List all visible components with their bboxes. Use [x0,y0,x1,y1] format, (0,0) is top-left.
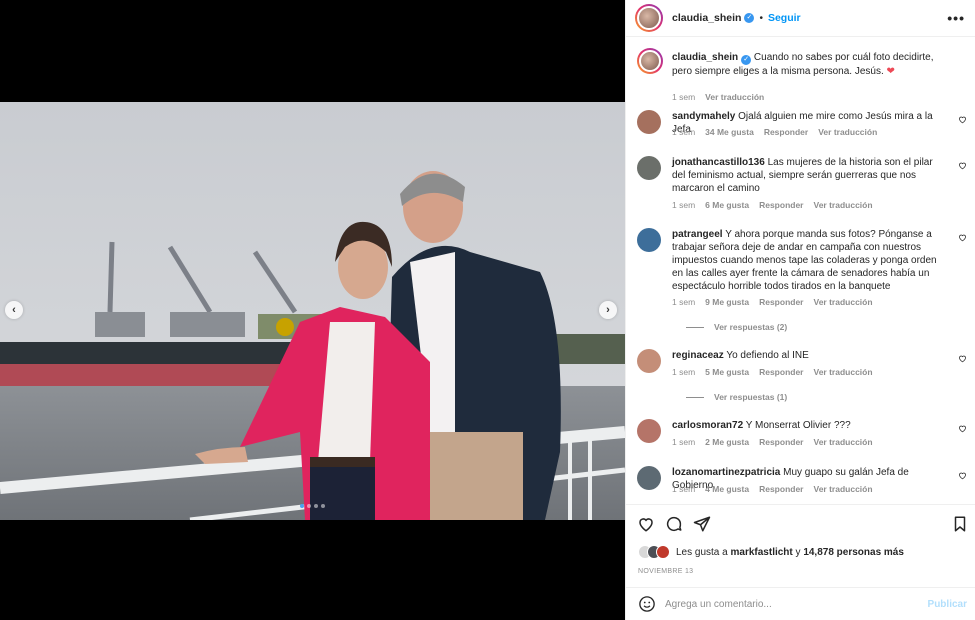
heart-icon[interactable] [958,354,967,363]
comment-username[interactable]: lozanomartinezpatricia [672,467,780,478]
comment-username[interactable]: patrangeel [672,229,723,240]
see-translation-link[interactable]: Ver traducción [814,367,873,377]
heart-icon[interactable] [958,471,967,480]
heart-icon[interactable] [637,515,655,533]
more-options-icon[interactable]: ••• [947,10,965,26]
comment-username[interactable]: sandymahely [672,111,735,122]
post-actions: Les gusta a markfastlicht y 14,878 perso… [626,504,975,586]
chevron-left-icon: ‹ [12,304,16,316]
avatar[interactable] [637,110,661,134]
publish-button[interactable]: Publicar [928,599,967,610]
carousel-dot [314,504,318,508]
add-comment-bar: Publicar [626,587,975,620]
heart-icon[interactable] [958,115,967,124]
likes-count-link[interactable]: 14,878 personas más [803,547,904,558]
avatar[interactable] [637,228,661,252]
comments-list[interactable]: claudia_shein ✓ Cuando no sabes por cuál … [626,38,975,504]
avatar[interactable] [637,156,661,180]
carousel-dot [307,504,311,508]
carousel-indicator [0,504,625,508]
reply-button[interactable]: Responder [759,437,803,447]
verified-icon: ✓ [741,55,752,65]
separator: • [759,12,763,24]
bookmark-icon[interactable] [951,515,969,533]
view-replies-button[interactable]: Ver respuestas (2) [686,322,787,332]
heart-emoji: ❤ [886,66,895,77]
reply-button[interactable]: Responder [759,200,803,210]
avatar [656,545,670,559]
comment-text: reginaceaz Yo defiendo al INE [672,350,809,361]
comment-meta: 1 sem 4 Me gusta Responder Ver traducció… [672,484,873,494]
post-media: ‹ › [0,0,625,620]
reply-button[interactable]: Responder [759,367,803,377]
heart-icon[interactable] [958,424,967,433]
avatar[interactable] [637,349,661,373]
comment-text: jonathancastillo136 Las mujeres de la hi… [672,157,933,194]
view-replies-button[interactable]: Ver respuestas (1) [686,392,787,402]
see-translation-link[interactable]: Ver traducción [814,297,873,307]
chevron-right-icon: › [606,304,610,316]
emoji-icon[interactable] [638,595,656,613]
see-translation-link[interactable]: Ver traducción [814,437,873,447]
photo-illustration [0,102,625,520]
carousel-dot [321,504,325,508]
comment-meta: 1 sem 5 Me gusta Responder Ver traducció… [672,367,873,377]
liker-username[interactable]: markfastlicht [731,547,793,558]
see-translation-link[interactable]: Ver traducción [818,127,877,137]
caption-text: claudia_shein ✓ Cuando no sabes por cuál … [672,52,934,77]
post-panel: claudia_shein ✓ • Seguir ••• claudia_she… [625,0,975,620]
see-translation-link[interactable]: Ver traducción [814,200,873,210]
caption: claudia_shein ✓ Cuando no sabes por cuál … [637,48,967,102]
comment-meta: 1 sem 6 Me gusta Responder Ver traducció… [672,200,873,210]
post-photo[interactable] [0,102,625,520]
reply-button[interactable]: Responder [759,297,803,307]
reply-button[interactable]: Responder [764,127,808,137]
comment-meta: 1 sem 2 Me gusta Responder Ver traducció… [672,437,873,447]
verified-icon: ✓ [744,13,755,23]
comment-icon[interactable] [665,515,683,533]
likes-summary: Les gusta a markfastlicht y 14,878 perso… [638,545,904,559]
avatar[interactable] [635,4,663,32]
comment-username[interactable]: jonathancastillo136 [672,157,765,168]
see-translation-link[interactable]: Ver traducción [814,484,873,494]
avatar[interactable] [637,466,661,490]
avatar[interactable] [637,48,663,74]
comment-meta: 1 sem 9 Me gusta Responder Ver traducció… [672,297,873,307]
caption-meta: 1 sem Ver traducción [672,92,765,102]
comment-username[interactable]: reginaceaz [672,350,724,361]
heart-icon[interactable] [958,161,967,170]
post-header: claudia_shein ✓ • Seguir ••• [626,0,975,37]
heart-icon[interactable] [958,233,967,242]
see-translation-link[interactable]: Ver traducción [705,92,764,102]
carousel-dot-active [300,504,304,508]
comment-meta: 1 sem 34 Me gusta Responder Ver traducci… [672,127,878,137]
avatar[interactable] [637,419,661,443]
caption-username[interactable]: claudia_shein [672,52,738,63]
follow-button[interactable]: Seguir [768,12,801,24]
comment-username[interactable]: carlosmoran72 [672,420,743,431]
comment-text: patrangeel Y ahora porque manda sus foto… [672,229,937,292]
next-slide-button[interactable]: › [599,301,617,319]
share-icon[interactable] [693,515,711,533]
author-username[interactable]: claudia_shein [672,12,741,24]
previous-slide-button[interactable]: ‹ [5,301,23,319]
reply-button[interactable]: Responder [759,484,803,494]
post-date[interactable]: NOVIEMBRE 13 [638,568,693,575]
comment-text: carlosmoran72 Y Monserrat Olivier ??? [672,420,851,431]
comment-input[interactable] [665,598,915,610]
